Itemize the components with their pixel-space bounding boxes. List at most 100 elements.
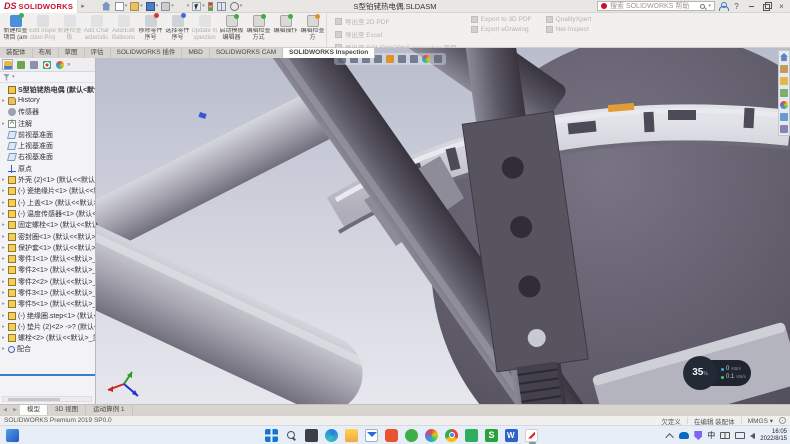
custom-properties-icon[interactable] bbox=[780, 113, 788, 121]
tree-item[interactable]: ▸ (-) 垫片 (2)<2> ->? (默认<<默认> bbox=[0, 321, 95, 332]
dropdown-caret[interactable]: ▾ bbox=[187, 3, 190, 9]
command-tab[interactable]: 草图 bbox=[59, 48, 85, 58]
hide-show-items-icon[interactable] bbox=[410, 55, 418, 63]
save-icon[interactable]: ▾ bbox=[146, 2, 159, 11]
tree-item[interactable]: ▸ 零件5<1> (默认<<默认>_显示状 bbox=[0, 299, 95, 310]
minimize-button[interactable] bbox=[746, 1, 757, 12]
tabs-scroll-left[interactable]: ◀ bbox=[0, 405, 10, 415]
search-caret[interactable]: ▾ bbox=[708, 3, 711, 9]
logo-flyout-arrow[interactable]: ▸ bbox=[81, 2, 85, 10]
ribbon-button[interactable]: Add Characteristic bbox=[83, 13, 110, 47]
photos-icon[interactable] bbox=[425, 429, 438, 442]
status-options-icon[interactable] bbox=[779, 417, 786, 424]
mail-icon[interactable] bbox=[365, 429, 378, 442]
scrollbar-thumb[interactable] bbox=[8, 398, 60, 401]
tabs-scroll-right[interactable]: ▶ bbox=[10, 405, 20, 415]
export-menu-item[interactable]: 导出至 2D PDF bbox=[335, 16, 457, 26]
tree-item[interactable]: ▸ (-) 上盖<1> (默认<<默认>_显示状 bbox=[0, 197, 95, 208]
tree-horizontal-scrollbar[interactable] bbox=[2, 396, 92, 402]
solidworks-logo[interactable]: DS SOLIDWORKS bbox=[0, 0, 78, 13]
ribbon-button[interactable]: Edit Inspection Project bbox=[29, 13, 56, 47]
options-icon[interactable]: ▾ bbox=[230, 2, 243, 11]
command-tab[interactable]: 布局 bbox=[33, 48, 59, 58]
ribbon-button[interactable]: 新建检查板 bbox=[56, 13, 83, 47]
graphics-area[interactable]: 35 % 0 KB/s 0.1 KB/s bbox=[96, 48, 790, 404]
filter-caret[interactable]: ▾ bbox=[12, 74, 15, 80]
select-icon[interactable]: ▾ bbox=[192, 2, 205, 11]
tree-item[interactable]: ▸ 零件2<1> (默认<<默认>_显示状 bbox=[0, 265, 95, 276]
appearance-icon[interactable] bbox=[422, 55, 430, 63]
command-tab[interactable]: 装配体 bbox=[0, 48, 33, 58]
tree-item[interactable]: 前视基准面 bbox=[0, 129, 95, 140]
command-tab[interactable]: 评估 bbox=[85, 48, 111, 58]
filter-icon[interactable] bbox=[3, 74, 10, 81]
ribbon-button[interactable]: 移除零件序号 bbox=[137, 13, 164, 47]
close-button[interactable]: × bbox=[776, 1, 787, 12]
volume-icon[interactable] bbox=[750, 433, 755, 439]
ribbon-button[interactable]: Update Inspection Project bbox=[191, 13, 218, 47]
app-green-icon[interactable] bbox=[405, 429, 418, 442]
tree-item[interactable]: ▸ 配合 bbox=[0, 344, 95, 355]
tree-item[interactable]: ▸ (-) 瓷绝缘片<1> (默认<<默认>_显 bbox=[0, 186, 95, 197]
tree-item[interactable]: 传感器 bbox=[0, 107, 95, 118]
design-library-icon[interactable] bbox=[780, 65, 788, 73]
tree-item[interactable]: ▸ 注解 bbox=[0, 118, 95, 129]
ime-indicator[interactable]: 中 bbox=[707, 429, 715, 442]
rebuild-icon[interactable] bbox=[208, 2, 214, 11]
login-icon[interactable] bbox=[719, 2, 727, 11]
export-menu-item[interactable]: 导出至 Excel bbox=[335, 29, 457, 39]
network-speed-widget[interactable]: 35 % 0 KB/s 0.1 KB/s bbox=[683, 356, 751, 390]
app-phone-icon[interactable] bbox=[465, 429, 478, 442]
model-tab[interactable]: 运动算例 1 bbox=[86, 405, 132, 415]
new-document-icon[interactable]: ▾ bbox=[115, 2, 128, 11]
home-icon[interactable] bbox=[102, 2, 112, 11]
dropdown-caret[interactable]: ▾ bbox=[240, 3, 243, 9]
tree-item[interactable]: S型铂铑热电偶 (默认<默认_显示状态-1 bbox=[0, 84, 95, 95]
ribbon-button[interactable]: 选择零件序号 bbox=[164, 13, 191, 47]
search-icon[interactable] bbox=[285, 429, 298, 442]
tree-item[interactable]: 右视基准面 bbox=[0, 152, 95, 163]
command-tab[interactable]: SOLIDWORKS Inspection bbox=[283, 48, 375, 58]
scene-icon[interactable] bbox=[434, 55, 442, 63]
touch-keyboard-icon[interactable] bbox=[720, 432, 730, 439]
view-orientation-icon[interactable] bbox=[386, 55, 394, 63]
solidworks-resources-icon[interactable] bbox=[780, 53, 788, 61]
file-explorer-icon[interactable] bbox=[780, 77, 788, 85]
dropdown-caret[interactable]: ▾ bbox=[171, 3, 174, 9]
display-style-icon[interactable] bbox=[398, 55, 406, 63]
export-menu-item[interactable]: Export to 3D PDF bbox=[471, 16, 532, 23]
security-shield-icon[interactable] bbox=[694, 431, 702, 440]
dropdown-caret[interactable]: ▾ bbox=[125, 3, 128, 9]
export-menu-item[interactable]: Net-Inspect bbox=[546, 26, 592, 33]
app-w-icon[interactable] bbox=[505, 429, 518, 442]
tab-propertymanager[interactable] bbox=[15, 59, 26, 70]
ribbon-button[interactable]: 编辑操作 bbox=[272, 13, 299, 47]
tree-item[interactable]: ▸ 零件2<2> (默认<<默认>_显示状 bbox=[0, 276, 95, 287]
forum-icon[interactable] bbox=[780, 125, 788, 133]
ribbon-button[interactable]: 启动模板编辑器 bbox=[218, 13, 245, 47]
tree-item[interactable]: ▸ 密封圈<1> (默认<<默认>_显示状 bbox=[0, 231, 95, 242]
model-tab[interactable]: 模型 bbox=[20, 405, 48, 415]
clock[interactable]: 16:05 2022/8/15 bbox=[760, 429, 787, 443]
tree-item[interactable]: ▸ 固定螺栓<1> (默认<<默认>_显示状 bbox=[0, 220, 95, 231]
tree-item[interactable]: ▸ 零件3<1> (默认<<默认>_显示状 bbox=[0, 287, 95, 298]
command-tab[interactable]: SOLIDWORKS CAM bbox=[210, 48, 283, 58]
display-settings-icon[interactable] bbox=[217, 2, 227, 11]
tree-item[interactable]: ▸ 保护套<1> (默认<<默认>_显示状 bbox=[0, 242, 95, 253]
ribbon-button[interactable]: 编辑检查方 bbox=[299, 13, 326, 47]
ribbon-button[interactable]: 新建检查项目 (amp;M) bbox=[2, 13, 29, 47]
tray-chevron-icon[interactable] bbox=[666, 433, 674, 441]
3d-model-view[interactable] bbox=[96, 48, 790, 404]
tree-item[interactable]: ▸ 零件1<1> (默认<<默认>_显示状态 bbox=[0, 253, 95, 264]
task-view-icon[interactable] bbox=[305, 429, 318, 442]
export-menu-item[interactable]: QualityXpert bbox=[546, 16, 592, 23]
ribbon-button[interactable]: 编辑检查方式 bbox=[245, 13, 272, 47]
edge-icon[interactable] bbox=[325, 429, 338, 442]
app-s-icon[interactable] bbox=[485, 429, 498, 442]
appearances-scenes-icon[interactable] bbox=[780, 101, 788, 109]
display-icon[interactable] bbox=[735, 432, 745, 439]
tab-featuremanager[interactable] bbox=[2, 59, 13, 70]
tree-item[interactable]: ▸ 螺栓<2> (默认<<默认>_显示状态 bbox=[0, 333, 95, 344]
widgets-icon[interactable] bbox=[6, 429, 19, 442]
app-orange-icon[interactable] bbox=[385, 429, 398, 442]
